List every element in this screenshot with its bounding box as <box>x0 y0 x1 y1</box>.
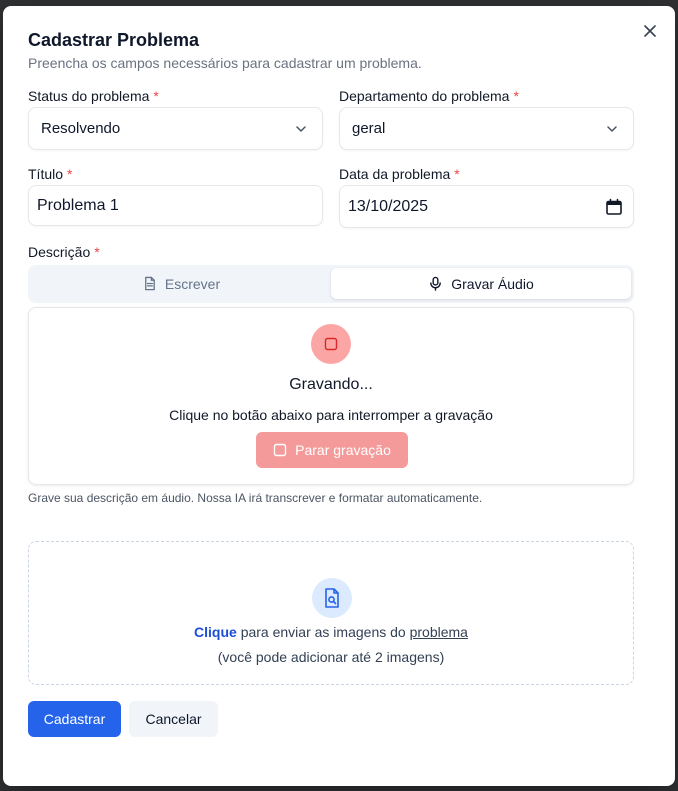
title-input[interactable]: Problema 1 <box>28 185 323 226</box>
dialog-title: Cadastrar Problema <box>28 30 200 50</box>
tab-write[interactable]: Escrever <box>31 268 331 299</box>
tab-record-audio-label: Gravar Áudio <box>451 275 534 292</box>
department-label: Departamento do problema * <box>339 88 519 104</box>
dialog-subtitle: Preencha os campos necessários para cada… <box>28 55 422 71</box>
required-marker: * <box>67 166 73 182</box>
image-upload-indicator <box>312 578 352 618</box>
chevron-down-icon <box>296 126 306 132</box>
close-button[interactable] <box>641 22 659 40</box>
status-label: Status do problema * <box>28 88 159 104</box>
required-marker: * <box>454 166 460 182</box>
description-mode-tabs: Escrever Gravar Áudio <box>28 265 634 303</box>
cancel-button[interactable]: Cancelar <box>129 701 218 737</box>
upload-problem-link[interactable]: problema <box>410 624 468 640</box>
tab-record-audio[interactable]: Gravar Áudio <box>331 268 631 299</box>
required-marker: * <box>153 88 159 104</box>
recording-help-text: Grave sua descrição em áudio. Nossa IA i… <box>28 491 483 505</box>
title-input-value: Problema 1 <box>37 196 119 214</box>
required-marker: * <box>94 244 100 260</box>
date-input[interactable]: 13/10/2025 <box>339 185 634 228</box>
upload-click-link[interactable]: Clique <box>194 624 237 640</box>
microphone-icon <box>430 276 442 291</box>
calendar-icon[interactable] <box>605 198 623 216</box>
chevron-down-icon <box>607 126 617 132</box>
tab-write-label: Escrever <box>164 275 221 292</box>
submit-button[interactable]: Cadastrar <box>28 701 121 737</box>
required-marker: * <box>513 88 519 104</box>
document-icon <box>144 276 155 291</box>
recording-hint: Clique no botão abaixo para interromper … <box>169 407 493 423</box>
stop-recording-button[interactable]: Parar gravação <box>256 432 408 468</box>
file-search-icon <box>325 588 339 608</box>
recording-indicator <box>311 324 351 364</box>
image-upload-dropzone[interactable]: Clique para enviar as imagens do problem… <box>28 541 634 685</box>
upload-instructions: Clique para enviar as imagens do problem… <box>194 624 468 640</box>
stop-recording-label: Parar gravação <box>295 442 391 458</box>
upload-limit-text: (você pode adicionar até 2 imagens) <box>217 649 445 665</box>
register-problem-dialog: Cadastrar Problema Preencha os campos ne… <box>3 6 675 786</box>
date-label: Data da problema * <box>339 166 460 182</box>
title-label: Título * <box>28 166 73 182</box>
recording-status: Gravando... <box>289 376 373 393</box>
close-icon <box>644 25 656 37</box>
audio-recorder-panel: Gravando... Clique no botão abaixo para … <box>28 307 634 485</box>
department-select-value: geral <box>352 120 386 137</box>
date-input-value: 13/10/2025 <box>348 197 429 215</box>
status-select-value: Resolvendo <box>41 120 121 137</box>
description-label: Descrição * <box>28 244 100 260</box>
status-select[interactable]: Resolvendo <box>28 107 323 150</box>
department-select[interactable]: geral <box>339 107 634 150</box>
stop-square-icon <box>273 443 287 457</box>
stop-square-icon <box>324 337 338 351</box>
